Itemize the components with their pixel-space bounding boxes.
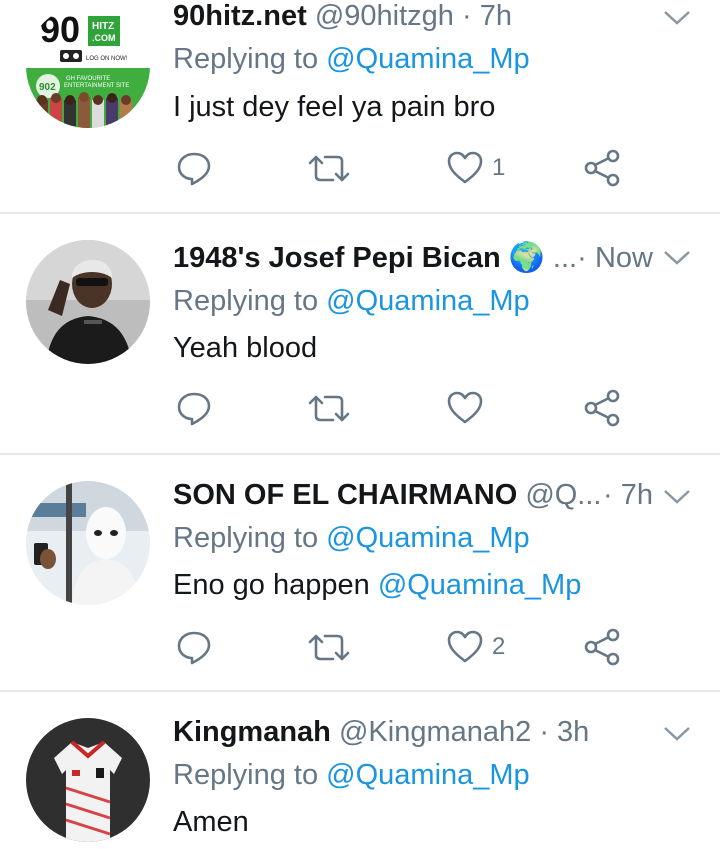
tweet-text: Yeah blood bbox=[173, 332, 318, 364]
reply-button[interactable] bbox=[175, 148, 213, 188]
replying-mention-link[interactable]: @Quamina_Mp bbox=[326, 285, 530, 317]
chevron-down-icon[interactable] bbox=[662, 487, 692, 507]
tweet-josef-pepi-bican[interactable]: 1948's Josef Pepi Bican 🌍 ...· Now Reply… bbox=[0, 214, 720, 454]
display-name[interactable]: SON OF EL CHAIRMANO bbox=[173, 479, 517, 511]
tweet-son-of-el-chairmano[interactable]: SON OF EL CHAIRMANO @Q... · 7h Replying … bbox=[0, 455, 720, 691]
replying-to-line: Replying to @Quamina_Mp bbox=[173, 39, 530, 79]
log-on-text: LOG ON NOW! bbox=[86, 56, 128, 62]
heart-icon bbox=[447, 391, 483, 424]
like-count: 2 bbox=[492, 633, 506, 660]
display-name[interactable]: 1948's Josef Pepi Bican bbox=[173, 242, 501, 274]
tweet-header: Kingmanah @Kingmanah2 · 3h bbox=[173, 712, 653, 752]
replying-mention-link[interactable]: @Quamina_Mp bbox=[326, 43, 530, 75]
avatar-josef-pepi-bican[interactable] bbox=[26, 240, 150, 364]
reply-button[interactable] bbox=[175, 388, 213, 428]
like-button[interactable]: 1 bbox=[446, 148, 505, 188]
replying-to-line: Replying to @Quamina_Mp bbox=[173, 281, 530, 321]
tagline-1-text: GH FAVOURITE bbox=[66, 76, 110, 82]
replying-mention-link[interactable]: @Quamina_Mp bbox=[326, 522, 530, 554]
retweet-button[interactable] bbox=[306, 148, 352, 188]
tagline-2-text: ENTERTAINMENT SITE bbox=[64, 83, 129, 89]
tweet-text-body: Eno go happen bbox=[173, 569, 370, 601]
retweet-icon bbox=[308, 155, 350, 182]
retweet-button[interactable] bbox=[306, 388, 352, 428]
timestamp[interactable]: 7h bbox=[621, 479, 653, 511]
like-button[interactable] bbox=[446, 388, 484, 428]
badge-text: 902 bbox=[39, 82, 56, 93]
retweet-icon bbox=[308, 395, 350, 422]
replying-mention-link[interactable]: @Quamina_Mp bbox=[326, 759, 530, 791]
reply-bubble-icon bbox=[177, 152, 211, 186]
reply-feed: 90 HITZ .COM LOG ON NOW! 902 GH FAVOURIT… bbox=[0, 0, 720, 849]
tweet-text: Eno go happen @Quamina_Mp bbox=[173, 565, 581, 605]
tweet-text: Amen bbox=[173, 806, 249, 838]
avatar-90hitz[interactable]: 90 HITZ .COM LOG ON NOW! 902 GH FAVOURIT… bbox=[26, 4, 150, 128]
reply-button[interactable] bbox=[175, 627, 213, 667]
tweet-text-mention[interactable]: @Quamina_Mp bbox=[378, 569, 582, 601]
like-count: 1 bbox=[492, 154, 506, 181]
logo-90-text: 90 bbox=[40, 9, 80, 50]
replying-prefix: Replying to bbox=[173, 759, 319, 791]
replying-to-line: Replying to @Quamina_Mp bbox=[173, 518, 530, 558]
username[interactable]: @Q... bbox=[525, 479, 601, 511]
avatar-kingmanah[interactable] bbox=[26, 718, 150, 842]
share-button[interactable] bbox=[583, 388, 623, 428]
share-button[interactable] bbox=[583, 627, 623, 667]
display-name[interactable]: Kingmanah bbox=[173, 716, 331, 748]
replying-to-line: Replying to @Quamina_Mp bbox=[173, 755, 530, 795]
chevron-down-icon[interactable] bbox=[662, 248, 692, 268]
username[interactable]: @Kingmanah2 bbox=[339, 716, 531, 748]
retweet-button[interactable] bbox=[306, 627, 352, 667]
display-name[interactable]: 90hitz.net bbox=[173, 0, 307, 32]
logo-com-text: .COM bbox=[92, 33, 116, 43]
timestamp[interactable]: 3h bbox=[557, 716, 589, 748]
replying-prefix: Replying to bbox=[173, 285, 319, 317]
tweet-text: I just dey feel ya pain bro bbox=[173, 91, 496, 123]
tweet-kingmanah[interactable]: Kingmanah @Kingmanah2 · 3h Replying to @… bbox=[0, 692, 720, 849]
name-truncation: ...· bbox=[552, 242, 587, 274]
timestamp[interactable]: Now bbox=[595, 238, 653, 278]
heart-icon bbox=[447, 630, 483, 663]
username[interactable]: @90hitzgh bbox=[315, 0, 454, 32]
separator: · bbox=[461, 0, 472, 32]
replying-prefix: Replying to bbox=[173, 43, 319, 75]
heart-icon bbox=[447, 151, 483, 184]
retweet-icon bbox=[308, 634, 350, 661]
chevron-down-icon[interactable] bbox=[662, 724, 692, 744]
globe-emoji: 🌍 bbox=[508, 242, 545, 274]
share-button[interactable] bbox=[583, 148, 623, 188]
share-icon bbox=[584, 389, 620, 427]
avatar-son-of-el-chairmano[interactable] bbox=[26, 481, 150, 605]
tweet-90hitz[interactable]: 90 HITZ .COM LOG ON NOW! 902 GH FAVOURIT… bbox=[0, 0, 720, 214]
chevron-down-icon[interactable] bbox=[662, 8, 692, 28]
separator: · bbox=[539, 716, 549, 748]
timestamp-group: · 7h bbox=[603, 475, 653, 515]
replying-prefix: Replying to bbox=[173, 522, 319, 554]
logo-hitz-text: HITZ bbox=[92, 21, 114, 32]
tweet-header: 1948's Josef Pepi Bican 🌍 ...· Now bbox=[173, 238, 653, 278]
like-button[interactable]: 2 bbox=[446, 627, 505, 667]
timestamp[interactable]: 7h bbox=[480, 0, 512, 32]
reply-bubble-icon bbox=[177, 631, 211, 665]
reply-bubble-icon bbox=[177, 392, 211, 426]
share-icon bbox=[584, 149, 620, 187]
tweet-header: SON OF EL CHAIRMANO @Q... · 7h bbox=[173, 475, 653, 515]
tweet-header: 90hitz.net @90hitzgh · 7h bbox=[173, 0, 653, 36]
separator: · bbox=[603, 479, 613, 511]
share-icon bbox=[584, 628, 620, 666]
